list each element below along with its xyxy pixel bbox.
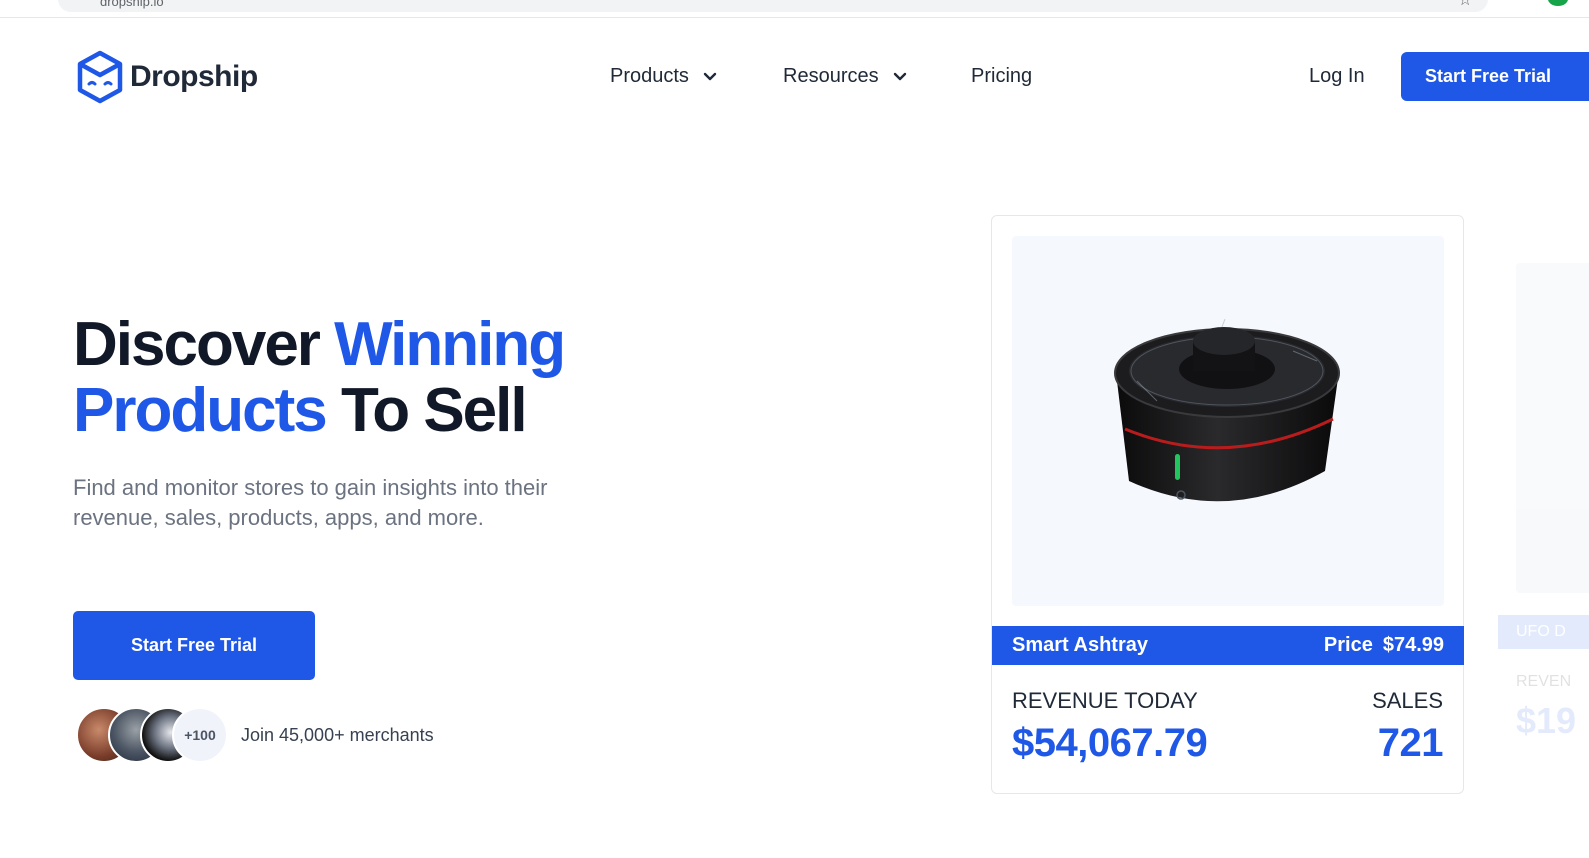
profile-icon[interactable] bbox=[1548, 0, 1568, 6]
hero-start-trial-button[interactable]: Start Free Trial bbox=[73, 611, 315, 680]
site-header: Dropship Products Resources Pricing Log … bbox=[0, 18, 1589, 138]
nav-pricing-label: Pricing bbox=[971, 65, 1033, 87]
revenue-label: REVENUE TODAY bbox=[1012, 688, 1198, 713]
price-label: Price bbox=[1323, 634, 1373, 656]
product-price: Price $74.99 bbox=[1324, 634, 1444, 657]
sales-value: 721 bbox=[1377, 721, 1444, 765]
product-name: UFO D bbox=[1498, 615, 1589, 649]
revenue-label: REVEN bbox=[1516, 673, 1572, 690]
product-image bbox=[1012, 236, 1444, 606]
box-face-icon bbox=[77, 50, 123, 104]
product-image bbox=[1516, 263, 1589, 593]
join-merchants-text: Join 45,000+ merchants bbox=[241, 725, 434, 745]
logo[interactable]: Dropship bbox=[76, 50, 258, 104]
hero-title-part2: To Sell bbox=[325, 376, 528, 445]
header-start-trial-button[interactable]: Start Free Trial bbox=[1401, 52, 1589, 101]
price-value: $74.99 bbox=[1382, 634, 1444, 656]
hero-title-accent1: Winning bbox=[334, 310, 566, 379]
sales-label: SALES bbox=[1372, 688, 1443, 713]
address-bar-url: dropship.io bbox=[100, 0, 164, 9]
logo-text: Dropship bbox=[130, 60, 258, 93]
revenue-value: $19 bbox=[1516, 700, 1577, 741]
hero-title: Discover Winning Products To Sell bbox=[73, 312, 693, 444]
nav-resources-label: Resources bbox=[783, 65, 879, 87]
chevron-down-icon bbox=[893, 72, 906, 80]
browser-toolbar: dropship.io ☆ bbox=[0, 0, 1589, 18]
product-card[interactable]: Smart Ashtray Price $74.99 REVENUE TODAY… bbox=[991, 215, 1464, 794]
bookmark-star-icon[interactable]: ☆ bbox=[1458, 0, 1472, 10]
login-link[interactable]: Log In bbox=[1309, 65, 1365, 88]
nav-resources[interactable]: Resources bbox=[783, 65, 909, 88]
nav-products[interactable]: Products bbox=[610, 65, 719, 88]
hero-title-part1: Discover bbox=[73, 310, 335, 379]
product-title-bar: Smart Ashtray Price $74.99 bbox=[992, 626, 1464, 665]
address-bar[interactable] bbox=[58, 0, 1488, 12]
avatar-more-count: +100 bbox=[172, 707, 228, 763]
revenue-value: $54,067.79 bbox=[1012, 721, 1208, 765]
chevron-down-icon bbox=[703, 72, 717, 80]
smart-ashtray-image bbox=[1114, 318, 1340, 502]
product-name: Smart Ashtray bbox=[1012, 634, 1148, 656]
nav-pricing[interactable]: Pricing bbox=[971, 65, 1032, 88]
hero-subtitle: Find and monitor stores to gain insights… bbox=[73, 475, 548, 530]
nav-products-label: Products bbox=[610, 65, 689, 87]
hero-title-accent2: Products bbox=[73, 376, 328, 445]
next-product-card[interactable]: UFO D REVEN $19 bbox=[1498, 215, 1589, 794]
